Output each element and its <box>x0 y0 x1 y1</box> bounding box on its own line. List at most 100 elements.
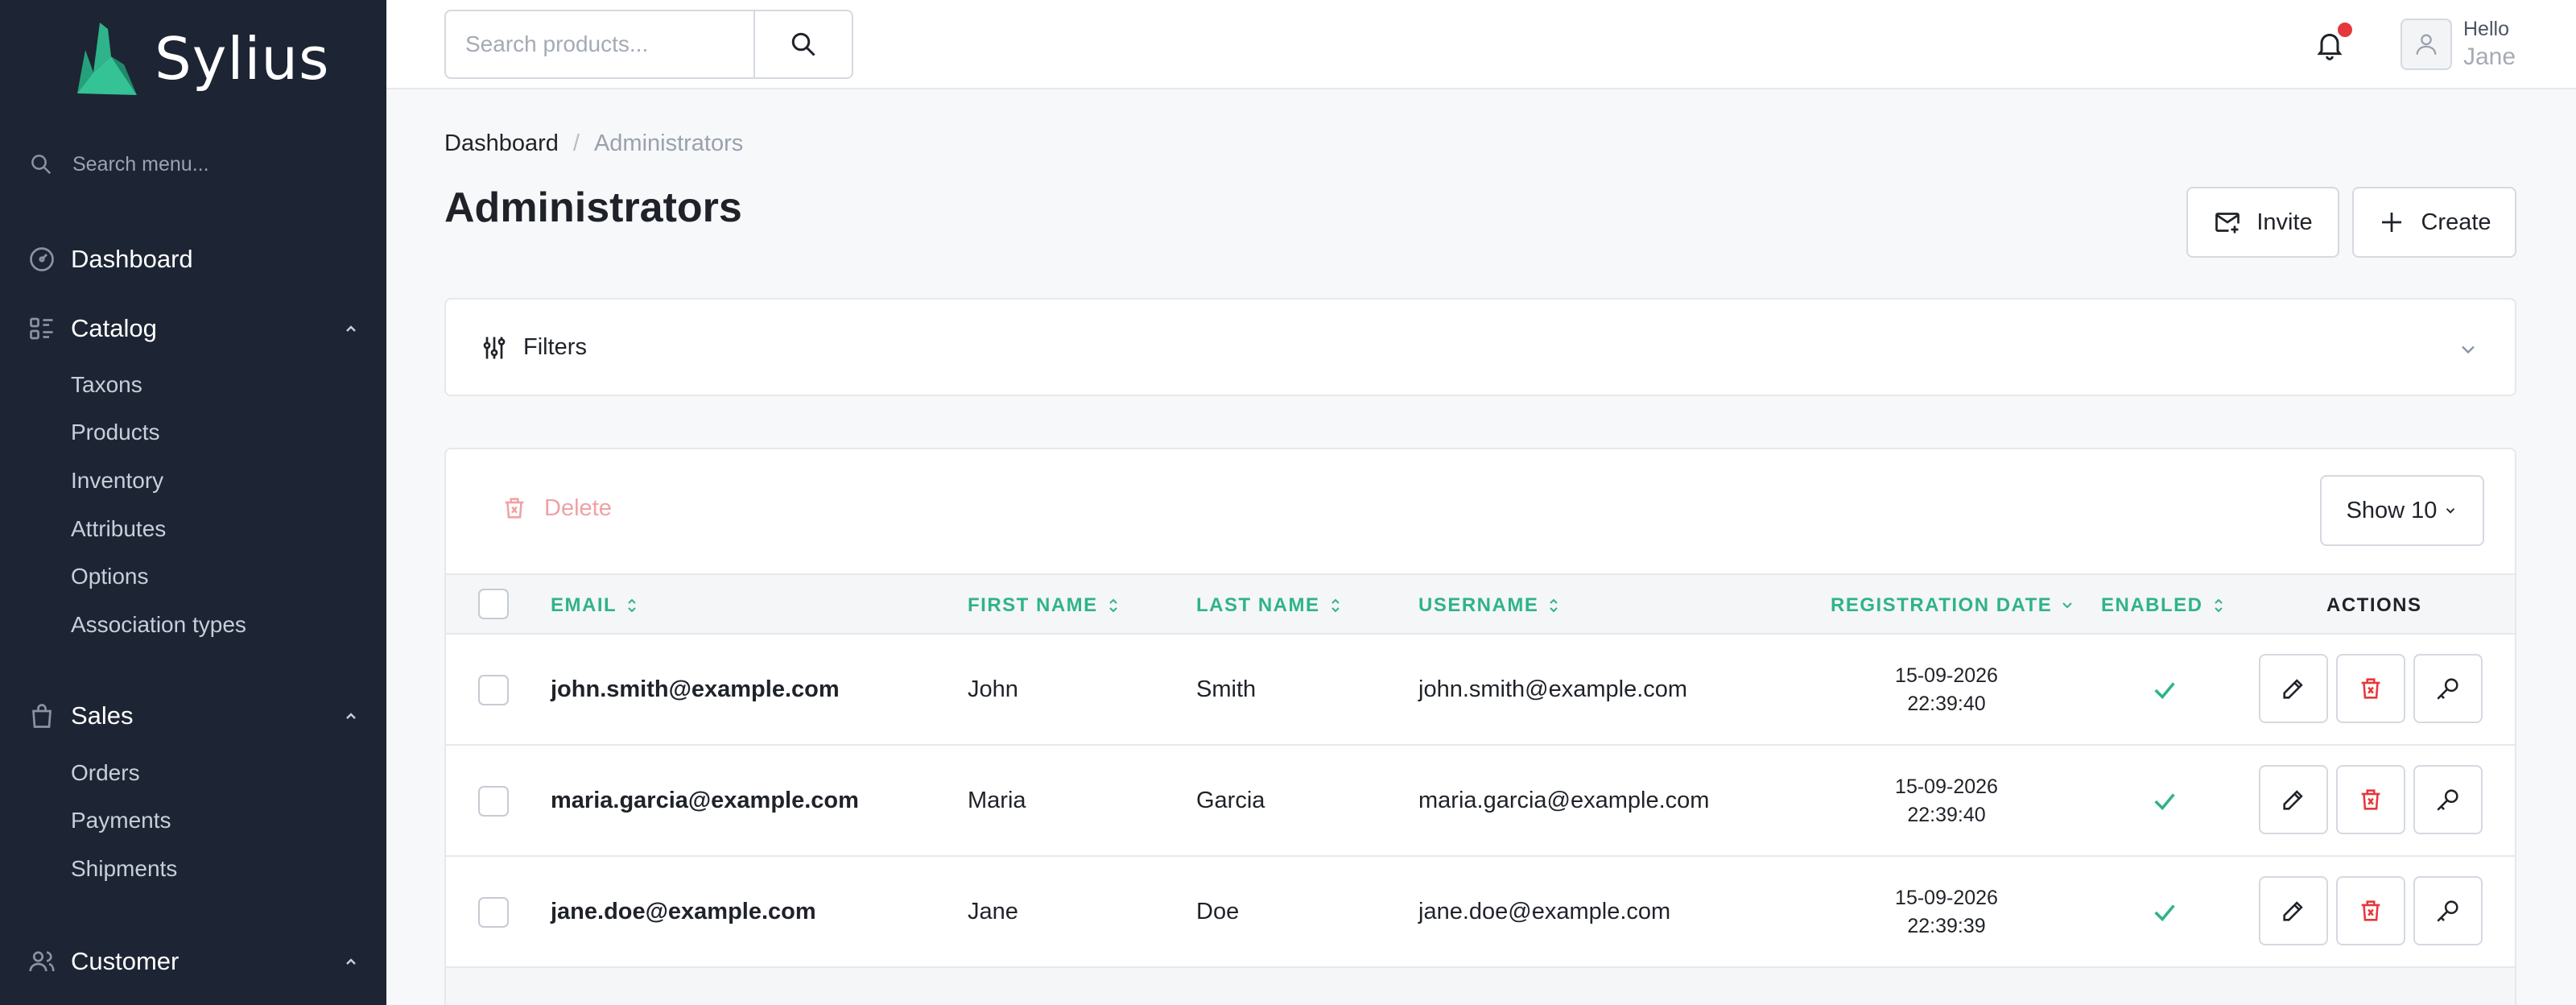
sidebar-section-label: Catalog <box>71 314 157 342</box>
plus-icon <box>2382 213 2402 232</box>
delete-button[interactable] <box>2336 654 2405 723</box>
pencil-icon <box>2283 679 2303 699</box>
table-row: maria.garcia@example.com Maria Garcia ma… <box>446 746 2515 857</box>
create-button[interactable]: Create <box>2352 187 2516 258</box>
page-title: Administrators <box>444 184 742 231</box>
sidebar-item-association-types[interactable]: Association types <box>71 612 246 638</box>
impersonate-button[interactable] <box>2413 876 2483 945</box>
sidebar-item-orders[interactable]: Orders <box>71 760 140 786</box>
sort-icon <box>1331 598 1340 613</box>
sidebar-section-customer[interactable]: Customer <box>0 939 386 984</box>
topbar: Hello Jane <box>386 0 2576 89</box>
sylius-logo[interactable]: Sylius <box>76 23 329 95</box>
cell-first-name: Jane <box>968 899 1018 924</box>
sidebar-item-label: Dashboard <box>71 245 193 273</box>
chevron-up-icon <box>346 958 356 965</box>
edit-button[interactable] <box>2259 876 2328 945</box>
trash-icon <box>2361 678 2380 699</box>
row-checkbox[interactable] <box>478 897 509 928</box>
delete-button[interactable] <box>2336 876 2405 945</box>
filters-label: Filters <box>523 334 587 360</box>
column-header-email[interactable]: EMAIL <box>551 594 639 617</box>
notifications-button[interactable] <box>2314 23 2354 64</box>
sidebar: Sylius Dashboard Catalog Taxons Products… <box>0 0 386 1005</box>
sort-icon <box>1550 598 1558 613</box>
delete-button[interactable] <box>2336 765 2405 834</box>
product-search <box>444 10 853 79</box>
column-header-registration-date[interactable]: REGISTRATION DATE <box>1831 594 2074 617</box>
cell-last-name: Smith <box>1196 676 1257 702</box>
cell-username: john.smith@example.com <box>1418 676 1688 702</box>
product-search-input[interactable] <box>446 11 753 77</box>
impersonate-button[interactable] <box>2413 765 2483 834</box>
table-footer <box>446 968 2515 1005</box>
row-checkbox[interactable] <box>478 675 509 705</box>
cell-username: maria.garcia@example.com <box>1418 788 1710 813</box>
column-label: LAST NAME <box>1196 594 1320 616</box>
cell-username: jane.doe@example.com <box>1418 899 1671 924</box>
column-label: FIRST NAME <box>968 594 1098 616</box>
user-greeting: Hello Jane <box>2463 17 2516 72</box>
cell-registration-date: 15-09-2026 22:39:39 <box>1866 884 2027 940</box>
date-text: 15-09-2026 <box>1895 664 1998 687</box>
sidebar-item-products[interactable]: Products <box>71 420 160 445</box>
list-details-icon <box>30 317 53 340</box>
filters-panel[interactable]: Filters <box>444 298 2516 396</box>
sidebar-item-attributes[interactable]: Attributes <box>71 516 166 542</box>
pencil-icon <box>2283 901 2303 921</box>
greeting-text: Hello <box>2463 17 2509 40</box>
brand-name: Sylius <box>155 25 330 93</box>
sidebar-section-label: Sales <box>71 701 134 730</box>
sidebar-section-catalog[interactable]: Catalog <box>0 306 386 351</box>
sidebar-item-dashboard[interactable]: Dashboard <box>0 237 386 282</box>
create-label: Create <box>2421 209 2491 235</box>
sidebar-item-options[interactable]: Options <box>71 564 149 589</box>
table-header: EMAIL FIRST NAME LAST NAME USERNAME REGI… <box>446 573 2515 635</box>
edit-button[interactable] <box>2259 654 2328 723</box>
column-header-last-name[interactable]: LAST NAME <box>1196 594 1343 617</box>
sidebar-search[interactable] <box>29 147 367 182</box>
chevron-up-icon <box>346 713 356 719</box>
page-size-label: Show 10 <box>2346 497 2438 523</box>
time-text: 22:39:40 <box>1907 692 1986 715</box>
row-checkbox[interactable] <box>478 786 509 817</box>
breadcrumb-separator: / <box>572 130 580 156</box>
sidebar-item-payments[interactable]: Payments <box>71 808 171 833</box>
sidebar-item-taxons[interactable]: Taxons <box>71 372 142 398</box>
sidebar-search-input[interactable] <box>72 152 346 176</box>
impersonate-button[interactable] <box>2413 654 2483 723</box>
time-text: 22:39:39 <box>1907 914 1986 937</box>
user-menu[interactable]: Hello Jane <box>2401 16 2516 72</box>
cell-last-name: Garcia <box>1196 788 1265 813</box>
sidebar-item-shipments[interactable]: Shipments <box>71 856 177 882</box>
chevron-down-icon <box>2462 345 2475 354</box>
breadcrumb-dashboard-link[interactable]: Dashboard <box>444 130 559 157</box>
column-header-username[interactable]: USERNAME <box>1418 594 1561 617</box>
column-header-enabled[interactable]: ENABLED <box>2101 594 2226 617</box>
time-text: 22:39:40 <box>1907 803 1986 826</box>
avatar <box>2401 19 2452 70</box>
users-icon <box>29 951 55 972</box>
search-icon <box>791 32 815 56</box>
administrators-table-card: Delete Show 10 EMAIL FIRST NAME LAST NAM… <box>444 448 2516 1005</box>
trash-icon <box>505 498 524 519</box>
sidebar-item-inventory[interactable]: Inventory <box>71 468 163 494</box>
edit-button[interactable] <box>2259 765 2328 834</box>
cell-first-name: Maria <box>968 788 1026 813</box>
search-button[interactable] <box>753 11 852 77</box>
page-size-dropdown[interactable]: Show 10 <box>2320 475 2484 546</box>
column-label: EMAIL <box>551 594 617 616</box>
bulk-delete-button[interactable]: Delete <box>501 494 612 522</box>
column-label: REGISTRATION DATE <box>1831 594 2053 616</box>
column-header-first-name[interactable]: FIRST NAME <box>968 594 1121 617</box>
cell-first-name: John <box>968 676 1018 702</box>
notification-badge <box>2338 23 2352 37</box>
breadcrumb: Dashboard / Administrators <box>444 130 743 157</box>
column-header-actions: ACTIONS <box>2326 594 2422 617</box>
pencil-icon <box>2283 790 2303 810</box>
column-label: USERNAME <box>1418 594 1539 616</box>
invite-button[interactable]: Invite <box>2186 187 2339 258</box>
sidebar-section-sales[interactable]: Sales <box>0 693 386 738</box>
select-all-checkbox[interactable] <box>478 589 509 619</box>
sidebar-section-label: Customer <box>71 947 180 975</box>
